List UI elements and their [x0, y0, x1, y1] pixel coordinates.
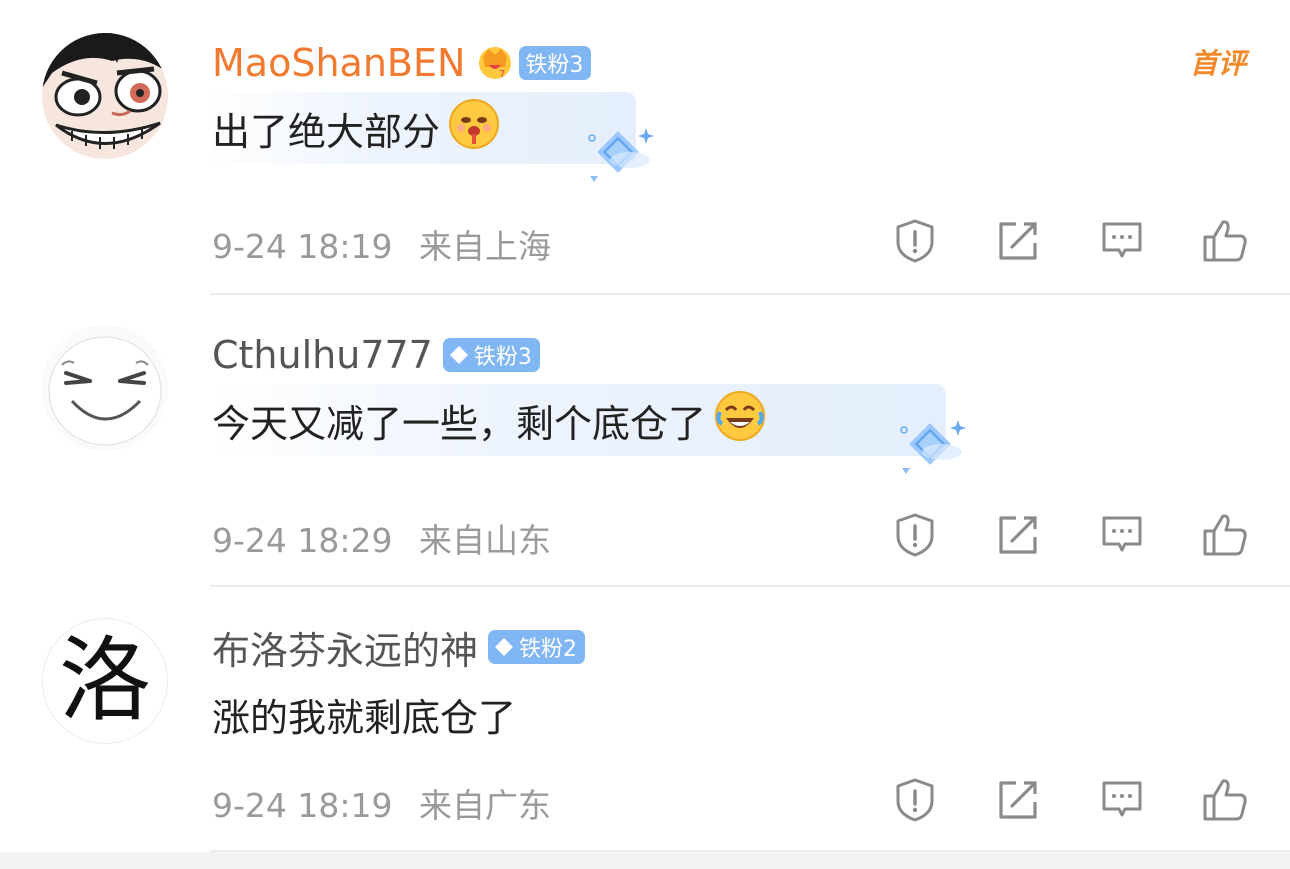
avatar-character: 洛: [58, 627, 151, 734]
fan-badge-label: 铁粉3: [473, 345, 532, 370]
avatar[interactable]: 洛: [42, 618, 168, 744]
report-button[interactable]: [890, 775, 940, 825]
fan-level-badge: 铁粉3: [519, 46, 592, 80]
comment-body: 涨的我就剩底仓了: [212, 674, 516, 754]
comment-meta: 9-24 18:19 来自广东: [212, 779, 551, 827]
crying-laughing-emoji-icon: [714, 390, 766, 451]
fan-level-badge: 铁粉2: [488, 630, 586, 664]
timestamp: 9-24 18:19: [212, 227, 393, 266]
crown-icon: 7: [475, 41, 512, 85]
share-icon: [999, 222, 1037, 260]
diamond-icon: [449, 346, 468, 364]
fan-badge-label: 铁粉3: [525, 53, 584, 78]
report-button[interactable]: [890, 510, 940, 560]
reply-button[interactable]: [1097, 510, 1147, 560]
divider: [210, 585, 1290, 587]
username[interactable]: MaoShanBEN: [212, 41, 465, 85]
like-button[interactable]: [1200, 775, 1250, 825]
name-row: MaoShanBEN 7 铁粉3: [212, 35, 592, 91]
fan-badge-label: 铁粉2: [519, 637, 578, 662]
report-shield-icon: [896, 219, 934, 263]
comment-icon: [1102, 222, 1142, 258]
thumbs-up-icon: [1203, 779, 1247, 821]
comment-text: 出了绝大部分: [212, 109, 441, 154]
comment-icon: [1102, 781, 1142, 817]
report-button[interactable]: [890, 216, 940, 266]
share-button[interactable]: [993, 510, 1043, 560]
comment-actions: [890, 510, 1250, 560]
share-icon: [999, 781, 1037, 819]
shocked-emoji-icon: [448, 98, 500, 159]
name-row: 布洛芬永远的神 铁粉2: [212, 619, 586, 675]
first-comment-tag: 首评: [1189, 47, 1246, 80]
luffy-avatar-icon: [42, 33, 168, 159]
comment-text: 涨的我就剩底仓了: [212, 695, 517, 740]
bottom-area: [0, 852, 1290, 869]
fan-level-badge: 铁粉3: [442, 338, 540, 372]
diamond-decoration-icon: [580, 126, 660, 196]
avatar[interactable]: [42, 33, 168, 159]
reply-button[interactable]: [1097, 216, 1147, 266]
diamond-icon: [495, 638, 514, 656]
comment-text: 今天又减了一些，剩个底仓了: [212, 401, 707, 446]
avatar[interactable]: [42, 325, 168, 451]
name-row: Cthulhu777 铁粉3: [212, 327, 540, 383]
reply-button[interactable]: [1097, 775, 1147, 825]
share-icon: [999, 516, 1037, 554]
comment-meta: 9-24 18:19 来自上海: [212, 220, 551, 268]
thumbs-up-icon: [1203, 514, 1247, 556]
timestamp: 9-24 18:29: [212, 521, 393, 560]
svg-text:7: 7: [499, 69, 505, 80]
location: 来自上海: [419, 227, 551, 266]
like-button[interactable]: [1200, 510, 1250, 560]
share-button[interactable]: [993, 775, 1043, 825]
report-shield-icon: [896, 513, 934, 557]
comment-body: 出了绝大部分: [206, 88, 636, 168]
comment-actions: [890, 775, 1250, 825]
like-button[interactable]: [1200, 216, 1250, 266]
comment-body: 今天又减了一些，剩个底仓了: [206, 380, 946, 460]
timestamp: 9-24 18:19: [212, 786, 393, 825]
share-button[interactable]: [993, 216, 1043, 266]
username[interactable]: 布洛芬永远的神: [212, 620, 478, 675]
smile-face-avatar-icon: [42, 325, 168, 451]
thumbs-up-icon: [1203, 220, 1247, 262]
comment-actions: [890, 216, 1250, 266]
location: 来自山东: [419, 521, 551, 560]
comment-meta: 9-24 18:29 来自山东: [212, 514, 551, 562]
comment-icon: [1102, 516, 1142, 552]
username[interactable]: Cthulhu777: [212, 333, 433, 377]
report-shield-icon: [896, 778, 934, 822]
divider: [210, 293, 1290, 295]
location: 来自广东: [419, 786, 551, 825]
diamond-decoration-icon: [892, 418, 972, 488]
